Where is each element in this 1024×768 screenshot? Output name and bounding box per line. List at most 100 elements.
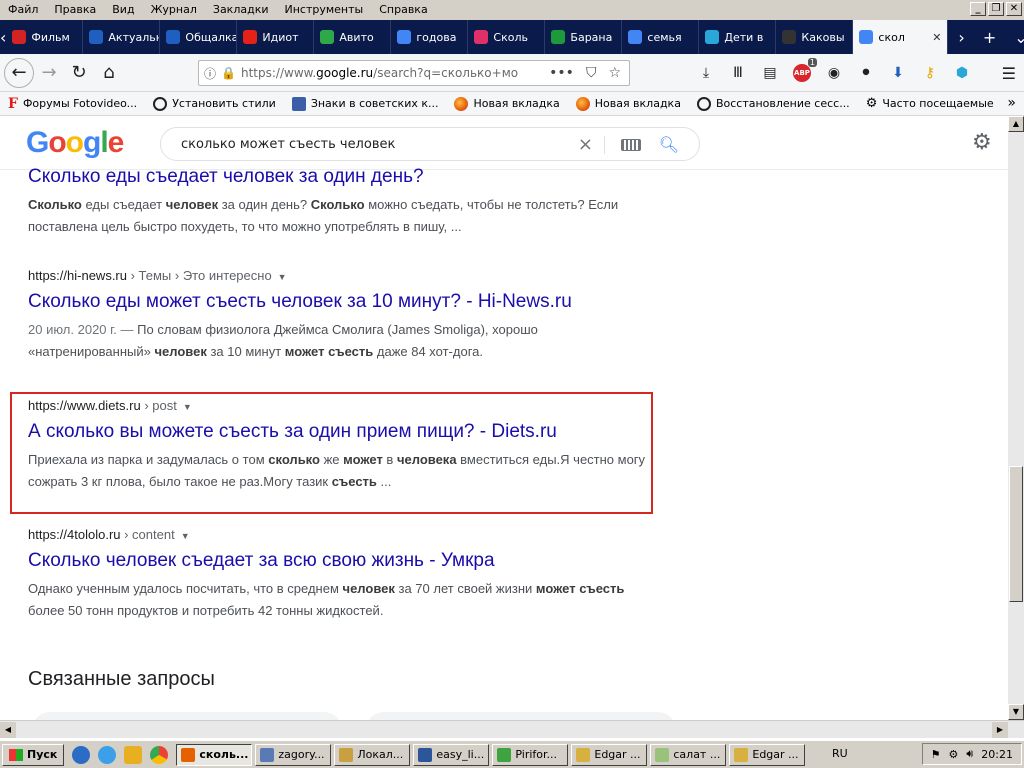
bookmark-item[interactable]: Новая вкладка (568, 96, 689, 111)
result-title-link[interactable]: Сколько еды съедает человек за один день… (28, 164, 648, 190)
result-cite[interactable]: https://hi-news.ru › Темы › Это интересн… (28, 268, 648, 283)
snippet-part: за один день? (218, 197, 311, 212)
download-helper-icon[interactable]: ⬇ (887, 62, 909, 84)
close-button[interactable]: ✕ (1006, 2, 1022, 16)
bookmark-item[interactable]: Восстановление сесс... (689, 96, 858, 111)
bookmark-item[interactable]: ⚙ Часто посещаемые (858, 96, 1002, 111)
home-button[interactable]: ⌂ (94, 58, 124, 88)
tab-1[interactable]: Актуальна (83, 20, 161, 54)
menu-bookmarks[interactable]: Закладки (205, 0, 277, 20)
taskbar-button[interactable]: Edgar ... (729, 743, 806, 766)
taskbar-button[interactable]: zagory... (255, 743, 332, 766)
scrollbar-thumb[interactable] (1009, 466, 1023, 602)
tab-close-icon[interactable]: ✕ (932, 31, 941, 44)
scroll-left-arrow-icon[interactable]: ◀ (0, 722, 16, 738)
player-icon[interactable] (124, 745, 143, 764)
logo-letter: e (107, 126, 125, 159)
tab-9[interactable]: Дети в (699, 20, 777, 54)
scroll-right-arrow-icon[interactable]: ▶ (992, 722, 1008, 738)
account-icon[interactable]: ◉ (823, 62, 845, 84)
tab-0[interactable]: Фильм (6, 20, 84, 54)
cite-menu-caret-icon[interactable]: ▼ (278, 272, 287, 282)
taskbar-button[interactable]: easy_li... (413, 743, 490, 766)
tab-11[interactable]: скол ✕ (853, 20, 949, 54)
tab-7[interactable]: Барана (545, 20, 623, 54)
result-cite[interactable]: https://4tololo.ru › content ▼ (28, 527, 648, 542)
forward-button[interactable]: → (34, 58, 64, 88)
media-player-icon[interactable] (72, 745, 91, 764)
app-icon (339, 747, 354, 762)
page-actions-icon[interactable]: ••• (549, 65, 574, 81)
flag-icon[interactable]: ⚑ (931, 748, 941, 761)
tab-6[interactable]: Сколь (468, 20, 546, 54)
scroll-up-arrow-icon[interactable]: ▲ (1008, 116, 1024, 132)
chrome-icon[interactable] (150, 745, 169, 764)
site-info-icon[interactable]: ⓘ (199, 65, 221, 82)
tab-10[interactable]: Каковы (776, 20, 854, 54)
adblock-icon[interactable]: ABP 1 (791, 58, 817, 84)
menu-tools[interactable]: Инструменты (277, 0, 372, 20)
result-title-link[interactable]: Сколько еды может съесть человек за 10 м… (28, 289, 648, 315)
taskbar-button[interactable]: салат ... (650, 743, 727, 766)
bookmark-item[interactable]: Установить стили (145, 96, 284, 111)
minimize-button[interactable]: _ (970, 2, 986, 16)
related-search-card[interactable] (32, 712, 342, 720)
url-text[interactable]: https://www.google.ru/search?q=сколько+м… (241, 66, 531, 80)
downloads-icon[interactable]: ⤓ (695, 62, 717, 84)
menu-history[interactable]: Журнал (143, 0, 205, 20)
result-snippet: Однако ученным удалось посчитать, что в … (28, 578, 648, 622)
search-input[interactable]: сколько может съесть человек (181, 137, 395, 152)
related-search-card[interactable] (366, 712, 676, 720)
search-box[interactable]: сколько может съесть человек × 🔍︎ (160, 127, 700, 161)
start-button[interactable]: Пуск (2, 743, 65, 766)
bookmark-item[interactable]: Знаки в советских к... (284, 96, 447, 111)
menu-edit[interactable]: Правка (46, 0, 104, 20)
clear-search-icon[interactable]: × (578, 134, 593, 155)
tabs-list-chevron-down-icon[interactable]: ⌄ (1014, 28, 1024, 47)
tab-8[interactable]: семья (622, 20, 700, 54)
menu-view[interactable]: Вид (104, 0, 142, 20)
result-title-link[interactable]: Сколько человек съедает за всю свою жизн… (28, 548, 648, 574)
reload-button[interactable]: ↻ (64, 58, 94, 88)
library-icon[interactable]: Ⅲ (727, 62, 749, 84)
new-tab-button[interactable]: + (983, 28, 996, 47)
bookmark-item[interactable]: F Форумы Fotovideo... (0, 96, 145, 112)
google-logo[interactable]: Google (26, 126, 125, 160)
url-bar[interactable]: ⓘ 🔒 https://www.google.ru/search?q=сколь… (198, 60, 630, 86)
settings-gear-icon[interactable]: ⚙ (972, 130, 992, 155)
cite-menu-caret-icon[interactable]: ▼ (181, 531, 190, 541)
scroll-down-arrow-icon[interactable]: ▼ (1008, 704, 1024, 720)
menu-help[interactable]: Справка (371, 0, 435, 20)
taskbar-button-label: easy_li... (436, 748, 485, 761)
taskbar-button[interactable]: Edgar ... (571, 743, 648, 766)
bookmark-item[interactable]: Новая вкладка (446, 96, 567, 111)
pocket-icon[interactable]: ⛉ (586, 65, 597, 81)
language-indicator[interactable]: RU (832, 747, 848, 760)
network-icon[interactable]: ⚙ (948, 748, 958, 761)
keyboard-icon[interactable] (621, 139, 641, 151)
tab-4[interactable]: Авито (314, 20, 392, 54)
restore-button[interactable]: ❐ (988, 2, 1004, 16)
tab-3[interactable]: Идиот (237, 20, 315, 54)
tabs-scroll-right-button[interactable]: › (958, 28, 964, 47)
search-icon[interactable]: 🔍︎ (659, 135, 679, 154)
back-button[interactable]: ← (4, 57, 34, 88)
sidebar-icon[interactable]: ▤ (759, 62, 781, 84)
volume-icon[interactable]: 🔊︎ (966, 747, 973, 761)
logo-letter: l (100, 126, 108, 159)
menu-file[interactable]: Файл (0, 0, 46, 20)
taskbar-button[interactable]: Локал... (334, 743, 411, 766)
key-icon[interactable]: ⚷ (919, 62, 941, 84)
taskbar-button[interactable]: Pirifor... (492, 743, 569, 766)
hamburger-menu-icon[interactable]: ☰ (1002, 64, 1016, 83)
vpn-icon[interactable]: ⬢ (951, 62, 973, 84)
ie-icon[interactable] (98, 745, 117, 764)
extension-icon[interactable]: ⚫ (855, 62, 877, 84)
tab-5[interactable]: годова (391, 20, 469, 54)
vertical-scrollbar[interactable]: ▲ ▼ (1008, 116, 1024, 720)
tab-2[interactable]: Общалка, (160, 20, 238, 54)
bookmark-star-icon[interactable]: ☆ (608, 65, 621, 81)
taskbar-button[interactable]: сколь... (176, 743, 253, 766)
bookmarks-overflow-chevron-icon[interactable]: » (1007, 95, 1016, 111)
horizontal-scrollbar[interactable]: ◀ ▶ (0, 720, 1024, 738)
